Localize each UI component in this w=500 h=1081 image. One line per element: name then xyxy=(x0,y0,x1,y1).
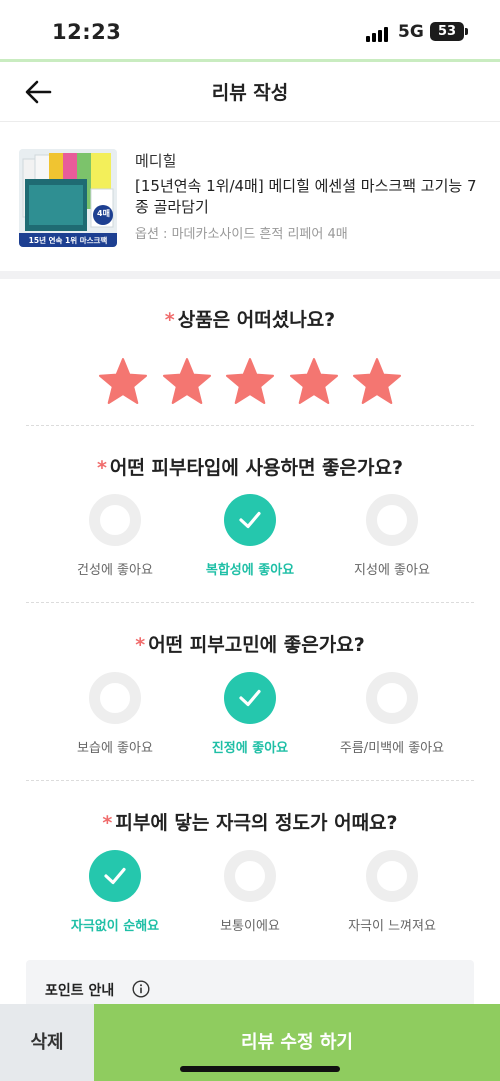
product-name: [15년연속 1위/4매] 메디힐 에센셜 마스크팩 고기능 7종 골라담기 xyxy=(135,177,477,216)
star-icon[interactable] xyxy=(224,356,276,408)
option-label: 지성에 좋아요 xyxy=(354,563,430,578)
skin-concern-question: * 어떤 피부고민에 좋은가요? xyxy=(135,634,365,656)
option-skin-concern-2[interactable]: 진정에 좋아요 xyxy=(180,672,320,756)
required-mark: * xyxy=(135,634,146,656)
option-label: 보습에 좋아요 xyxy=(77,741,153,756)
home-indicator xyxy=(180,1066,340,1072)
section-divider xyxy=(0,271,500,279)
option-label: 복합성에 좋아요 xyxy=(205,563,295,578)
option-label: 진정에 좋아요 xyxy=(211,741,289,756)
star-icon[interactable] xyxy=(161,356,213,408)
irritation-question: * 피부에 닿는 자극의 정도가 어때요? xyxy=(102,812,398,834)
check-circle-icon xyxy=(89,850,141,902)
required-mark: * xyxy=(102,812,113,834)
page-title: 리뷰 작성 xyxy=(211,82,289,104)
option-label: 자극이 느껴져요 xyxy=(348,919,436,934)
option-skin-type-1[interactable]: 건성에 좋아요 xyxy=(45,494,185,578)
option-skin-type-2[interactable]: 복합성에 좋아요 xyxy=(180,494,320,578)
check-circle-icon xyxy=(224,494,276,546)
option-label: 자극없이 순해요 xyxy=(70,919,160,934)
point-info-title: 포인트 안내 xyxy=(45,983,115,999)
option-skin-concern-3[interactable]: 주름/미백에 좋아요 xyxy=(322,672,462,756)
rating-question: * 상품은 어떠셨나요? xyxy=(164,309,336,331)
radio-circle-icon xyxy=(366,850,418,902)
radio-circle-icon xyxy=(89,494,141,546)
option-skin-concern-1[interactable]: 보습에 좋아요 xyxy=(45,672,185,756)
network-type: 5G xyxy=(398,22,424,42)
app-header: 리뷰 작성 xyxy=(0,62,500,122)
star-rating xyxy=(97,356,403,408)
star-icon[interactable] xyxy=(97,356,149,408)
divider xyxy=(26,602,474,603)
battery-tip xyxy=(465,28,468,35)
required-mark: * xyxy=(164,309,175,331)
product-image: 4매 15년 연속 1위 마스크팩 xyxy=(19,149,117,247)
product-brand: 메디힐 xyxy=(135,152,177,170)
info-icon[interactable] xyxy=(132,980,150,998)
status-time: 12:23 xyxy=(52,20,122,44)
product-summary: 4매 15년 연속 1위 마스크팩 메디힐 [15년연속 1위/4매] 메디힐 … xyxy=(0,123,500,271)
thumb-banner: 15년 연속 1위 마스크팩 xyxy=(28,236,108,245)
status-bar: 12:23 5G 53 xyxy=(0,0,500,60)
check-circle-icon xyxy=(224,672,276,724)
signal-icon xyxy=(366,24,392,42)
star-icon[interactable] xyxy=(351,356,403,408)
skin-type-question: * 어떤 피부타입에 사용하면 좋은가요? xyxy=(96,457,403,479)
divider xyxy=(26,425,474,426)
radio-circle-icon xyxy=(89,672,141,724)
option-skin-type-3[interactable]: 지성에 좋아요 xyxy=(322,494,462,578)
option-irritation-1[interactable]: 자극없이 순해요 xyxy=(45,850,185,934)
thumb-badge: 4매 xyxy=(97,209,110,218)
option-irritation-3[interactable]: 자극이 느껴져요 xyxy=(322,850,462,934)
radio-circle-icon xyxy=(224,850,276,902)
option-label: 보통이에요 xyxy=(220,919,280,934)
divider xyxy=(26,780,474,781)
star-icon[interactable] xyxy=(288,356,340,408)
required-mark: * xyxy=(96,457,107,479)
product-option: 옵션 : 마데카소사이드 흔적 리페어 4매 xyxy=(135,227,348,242)
option-label: 건성에 좋아요 xyxy=(77,563,153,578)
battery-icon: 53 xyxy=(430,22,464,41)
radio-circle-icon xyxy=(366,494,418,546)
option-label: 주름/미백에 좋아요 xyxy=(339,741,445,756)
delete-button[interactable]: 삭제 xyxy=(0,1004,94,1081)
option-irritation-2[interactable]: 보통이에요 xyxy=(180,850,320,934)
radio-circle-icon xyxy=(366,672,418,724)
